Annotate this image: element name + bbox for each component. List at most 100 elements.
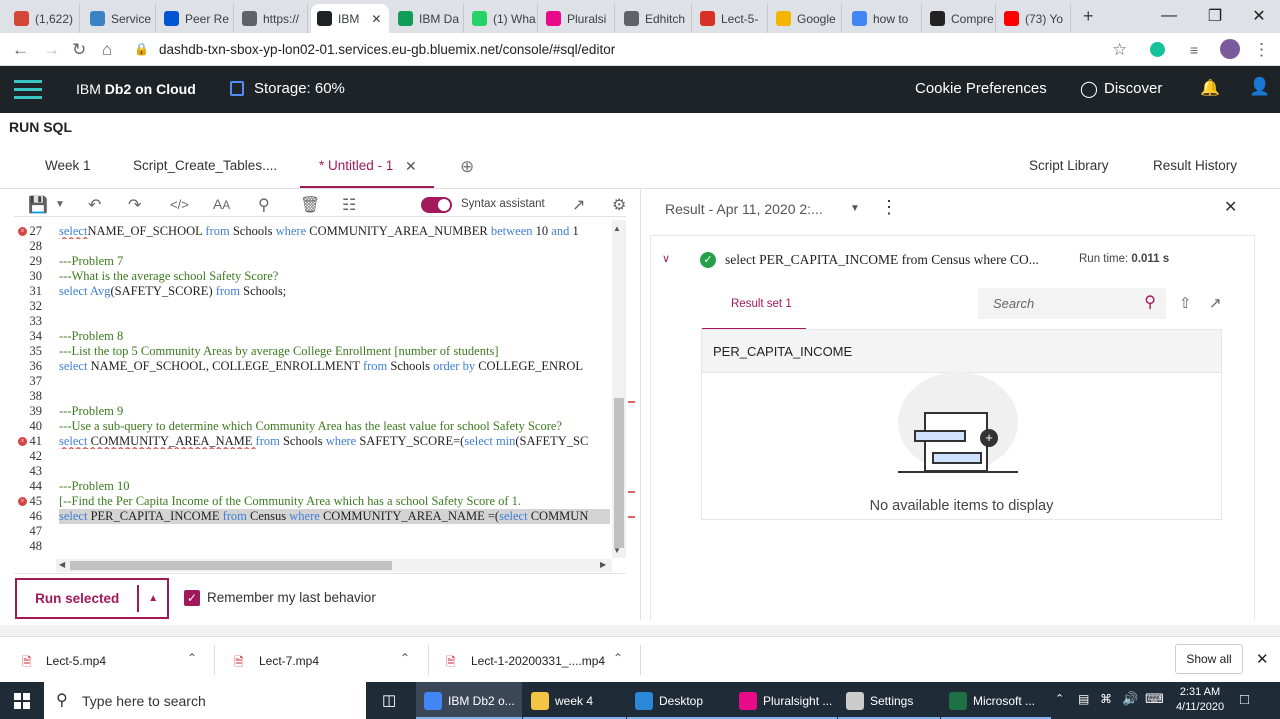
editor-line[interactable]: 33 xyxy=(0,314,612,329)
taskbar-app[interactable]: Settings xyxy=(838,682,940,719)
run-selected-button[interactable]: Run selected ▲ xyxy=(15,578,169,619)
editor-line[interactable]: × 27 selectNAME_OF_SCHOOL from Schools whe… xyxy=(0,224,612,239)
profile-avatar[interactable] xyxy=(1220,39,1240,59)
download-item[interactable]: Lect-5.mp4 xyxy=(46,654,106,668)
browser-tab[interactable]: Service xyxy=(84,4,156,33)
find-icon[interactable]: ⚲ xyxy=(258,195,270,215)
collapse-chevron-icon[interactable]: ∨ xyxy=(662,252,670,265)
task-view-icon[interactable]: ◫ xyxy=(382,691,396,709)
browser-tab[interactable]: Peer Re xyxy=(158,4,234,33)
editor-line[interactable]: 43 xyxy=(0,464,612,479)
hamburger-menu-icon[interactable] xyxy=(14,80,42,99)
browser-tab[interactable]: Lect-5- xyxy=(694,4,768,33)
editor-line[interactable]: 30 ---What is the average school Safety S… xyxy=(0,269,612,284)
schema-icon[interactable]: ☷ xyxy=(342,195,356,215)
taskbar-search-box[interactable]: ⚲ Type here to search xyxy=(44,682,366,719)
tab-result-set-1[interactable]: Result set 1 xyxy=(731,298,792,310)
run-options-caret-icon[interactable]: ▲ xyxy=(139,593,167,604)
result-history-link[interactable]: Result History xyxy=(1153,158,1237,173)
taskbar-app[interactable]: Pluralsight ... xyxy=(731,682,837,719)
close-window-icon[interactable]: ✕ xyxy=(1236,4,1280,28)
horizontal-scrollbar[interactable]: ◀ ▶ xyxy=(56,559,612,572)
wifi-icon[interactable]: ⌘ xyxy=(1100,692,1112,706)
close-tab-icon[interactable]: ✕ xyxy=(405,158,417,175)
result-dropdown-icon[interactable]: ▼ xyxy=(850,203,860,214)
editor-line[interactable]: × 41 select COMMUNITY_AREA_NAME from Schoo… xyxy=(0,434,612,449)
save-icon[interactable]: 💾 xyxy=(28,195,48,215)
remember-checkbox[interactable]: ✓ xyxy=(184,590,200,606)
minimize-icon[interactable]: — xyxy=(1146,4,1192,28)
editor-line[interactable]: 32 xyxy=(0,299,612,314)
address-bar[interactable]: 🔒 dashdb-txn-sbox-yp-lon02-01.services.e… xyxy=(134,39,1174,59)
tab-script-create-tables[interactable]: Script_Create_Tables.... xyxy=(133,158,277,173)
settings-gear-icon[interactable]: ⚙ xyxy=(612,195,626,215)
editor-line[interactable]: 35 ---List the top 5 Community Areas by a… xyxy=(0,344,612,359)
reading-list-icon[interactable]: ≡ xyxy=(1190,42,1198,58)
new-tab-button[interactable]: + xyxy=(1083,6,1094,27)
browser-tab[interactable]: https:// xyxy=(236,4,308,33)
download-item[interactable]: Lect-7.mp4 xyxy=(259,654,319,668)
tab-untitled-1[interactable]: * Untitled - 1 xyxy=(319,158,393,173)
browser-tab[interactable]: how to xyxy=(846,4,922,33)
close-tab-icon[interactable]: ✕ xyxy=(371,12,381,26)
user-icon[interactable]: 👤 xyxy=(1249,77,1270,97)
discover-link[interactable]: Discover xyxy=(1104,80,1162,97)
keyboard-icon[interactable]: ⌨ xyxy=(1145,691,1164,707)
editor-line[interactable]: 38 xyxy=(0,389,612,404)
forward-icon[interactable]: → xyxy=(43,40,60,60)
editor-line[interactable]: 42 xyxy=(0,449,612,464)
editor-line[interactable]: 28 xyxy=(0,239,612,254)
editor-line[interactable]: 36 select NAME_OF_SCHOOL, COLLEGE_ENROLLM… xyxy=(0,359,612,374)
browser-tab[interactable]: Edhitch xyxy=(618,4,692,33)
volume-icon[interactable]: 🔊 xyxy=(1122,691,1138,707)
browser-tab[interactable]: Compre xyxy=(924,4,996,33)
open-external-icon[interactable]: ↗ xyxy=(1209,294,1222,312)
tab-week-1[interactable]: Week 1 xyxy=(45,158,91,173)
notifications-icon[interactable]: □ xyxy=(1240,691,1249,708)
undo-icon[interactable]: ↶ xyxy=(88,195,101,215)
close-downloads-icon[interactable]: ✕ xyxy=(1256,650,1269,668)
save-dropdown-icon[interactable]: ▼ xyxy=(55,199,65,210)
editor-line[interactable]: 39 ---Problem 9 xyxy=(0,404,612,419)
editor-line[interactable]: 44 ---Problem 10 xyxy=(0,479,612,494)
search-icon[interactable]: ⚲ xyxy=(1144,292,1156,312)
result-search-box[interactable]: Search ⚲ xyxy=(978,288,1166,319)
cookie-preferences-link[interactable]: Cookie Preferences xyxy=(915,80,1047,97)
browser-tab[interactable]: (73) Yo xyxy=(998,4,1071,33)
browser-tab[interactable]: (1,622) xyxy=(8,4,80,33)
chrome-menu-icon[interactable]: ⋮ xyxy=(1253,40,1270,60)
taskbar-app[interactable]: IBM Db2 o... xyxy=(416,682,522,719)
network-icon[interactable]: ▤ xyxy=(1078,692,1089,706)
redo-icon[interactable]: ↷ xyxy=(128,195,141,215)
editor-line[interactable]: × 45 [--Find the Per Capita Income of the … xyxy=(0,494,612,509)
browser-tab[interactable]: Pluralsi xyxy=(540,4,615,33)
syntax-assistant-toggle[interactable] xyxy=(421,197,452,213)
taskbar-app[interactable]: week 4 xyxy=(523,682,626,719)
editor-line[interactable]: 48 xyxy=(0,539,612,554)
editor-line[interactable]: 37 xyxy=(0,374,612,389)
home-icon[interactable]: ⌂ xyxy=(102,40,112,60)
reload-icon[interactable]: ↻ xyxy=(72,40,86,60)
sql-editor[interactable]: × 27 selectNAME_OF_SCHOOL from Schools whe… xyxy=(0,223,612,558)
close-result-icon[interactable]: ✕ xyxy=(1224,197,1237,217)
windows-start-icon[interactable] xyxy=(14,693,30,709)
download-chevron-icon[interactable]: ⌃ xyxy=(187,651,197,665)
overflow-menu-icon[interactable]: ⋮ xyxy=(880,197,898,218)
download-item[interactable]: Lect-1-20200331_....mp4 xyxy=(471,654,605,668)
code-icon[interactable]: </> xyxy=(170,197,189,212)
tray-chevron-icon[interactable]: ⌃ xyxy=(1055,692,1064,705)
download-chevron-icon[interactable]: ⌃ xyxy=(613,651,623,665)
taskbar-app[interactable]: Desktop xyxy=(627,682,731,719)
editor-line[interactable]: 31 select Avg(SAFETY_SCORE) from Schools; xyxy=(0,284,612,299)
editor-line[interactable]: 40 ---Use a sub-query to determine which … xyxy=(0,419,612,434)
delete-icon[interactable]: 🗑 xyxy=(300,195,320,215)
vertical-scrollbar[interactable]: ▲ ▼ xyxy=(612,220,626,558)
back-icon[interactable]: ← xyxy=(12,40,29,60)
browser-tab[interactable]: (1) Wha xyxy=(466,4,538,33)
maximize-icon[interactable]: ❐ xyxy=(1192,4,1238,28)
add-tab-icon[interactable]: ⊕ xyxy=(460,157,474,177)
editor-line[interactable]: 46 select PER_CAPITA_INCOME from Census w… xyxy=(0,509,612,524)
clock[interactable]: 2:31 AM 4/11/2020 xyxy=(1172,685,1228,715)
browser-tab[interactable]: IBM ✕ xyxy=(311,4,389,33)
expand-icon[interactable]: ↗ xyxy=(572,195,585,215)
